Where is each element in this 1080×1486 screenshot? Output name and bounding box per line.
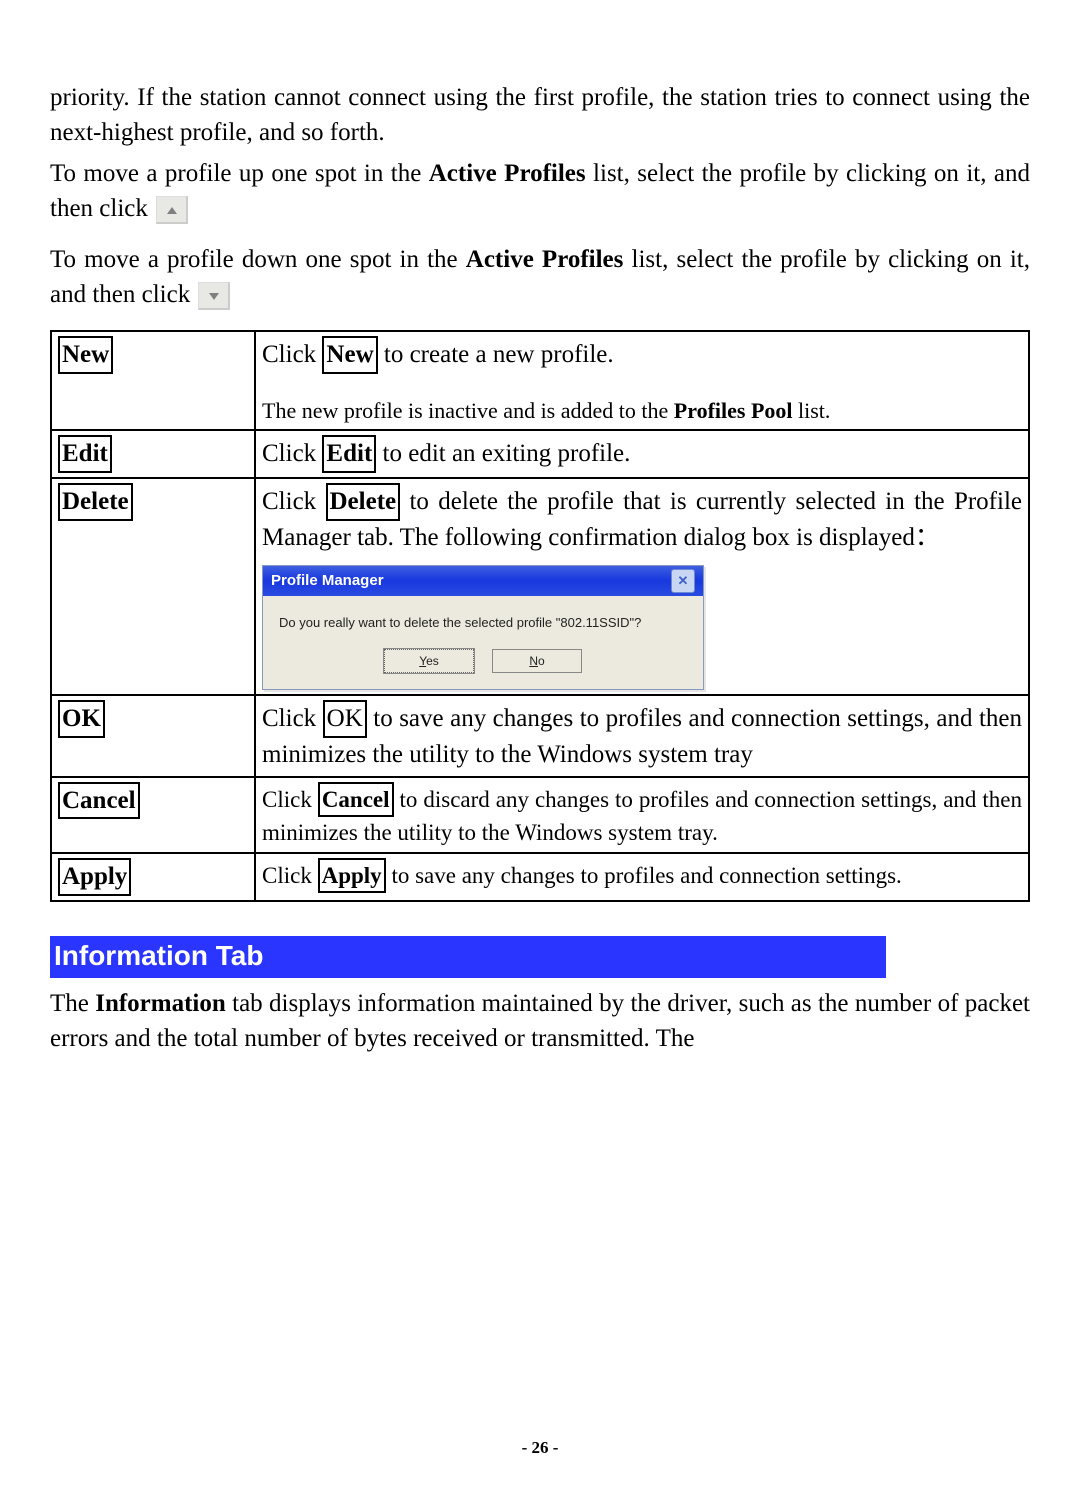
section-body: The Information tab displays information… (50, 986, 1030, 1056)
label-delete: Delete (58, 483, 133, 521)
desc-apply: Click Apply to save any changes to profi… (255, 853, 1029, 901)
dialog-titlebar: Profile Manager ✕ (263, 566, 703, 596)
close-icon[interactable]: ✕ (671, 569, 695, 593)
section-heading: Information Tab (50, 936, 886, 978)
table-row: OK Click OK to save any changes to profi… (51, 695, 1029, 777)
table-row: Delete Click Delete to delete the profil… (51, 478, 1029, 695)
table-row: New Click New to create a new profile. T… (51, 331, 1029, 430)
note-new: The new profile is inactive and is added… (262, 396, 1022, 426)
intro-p2: To move a profile up one spot in the Act… (50, 156, 1030, 226)
move-up-icon[interactable] (156, 196, 188, 224)
page-number: - 26 - (0, 1438, 1080, 1458)
desc-ok: Click OK to save any changes to profiles… (255, 695, 1029, 777)
label-edit: Edit (58, 435, 112, 473)
confirm-dialog: Profile Manager ✕ Do you really want to … (262, 565, 704, 691)
move-down-icon[interactable] (198, 282, 230, 310)
buttons-table: New Click New to create a new profile. T… (50, 330, 1030, 902)
desc-cancel: Click Cancel to discard any changes to p… (255, 777, 1029, 853)
intro-text: priority. If the station cannot connect … (50, 80, 1030, 312)
table-row: Cancel Click Cancel to discard any chang… (51, 777, 1029, 853)
label-ok: OK (58, 700, 105, 738)
desc-new: Click New to create a new profile. (262, 336, 1022, 374)
table-row: Edit Click Edit to edit an exiting profi… (51, 430, 1029, 478)
label-new: New (58, 336, 113, 374)
label-apply: Apply (58, 858, 131, 896)
dialog-title-text: Profile Manager (271, 571, 384, 591)
label-cancel: Cancel (58, 782, 140, 820)
dialog-no-button[interactable]: No (492, 649, 582, 673)
desc-edit: Click Edit to edit an exiting profile. (255, 430, 1029, 478)
intro-p3: To move a profile down one spot in the A… (50, 242, 1030, 312)
dialog-yes-button[interactable]: Yes (384, 649, 474, 673)
table-row: Apply Click Apply to save any changes to… (51, 853, 1029, 901)
desc-delete: Click Delete to delete the profile that … (262, 483, 1022, 555)
dialog-message: Do you really want to delete the selecte… (279, 614, 687, 632)
intro-p1: priority. If the station cannot connect … (50, 80, 1030, 150)
